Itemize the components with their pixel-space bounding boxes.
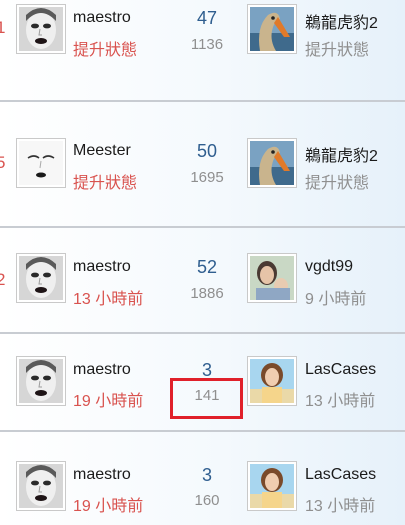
user-avatar[interactable]	[247, 461, 297, 511]
user-name-link[interactable]: 鵜龍虎豹2	[305, 9, 378, 33]
user-avatar[interactable]	[247, 356, 297, 406]
user-status-link[interactable]: 13 小時前	[73, 285, 143, 309]
table-row: maestro 19 小時前 3 160 LasCases 13 小時前	[0, 432, 405, 525]
user-name-link[interactable]: 鵜龍虎豹2	[305, 142, 378, 166]
count-secondary: 1886	[190, 285, 224, 302]
user-status: 9 小時前	[305, 291, 367, 308]
count-secondary: 1695	[190, 169, 224, 186]
count-secondary: 1136	[190, 36, 224, 53]
table-row: 5 Meester 提升狀態 50 1695 鵜龍虎豹2 提升狀態	[0, 102, 405, 226]
user-status-link[interactable]: 提升狀態	[73, 36, 137, 60]
user-name-link[interactable]: vgdt99	[305, 258, 353, 276]
user-name-link[interactable]: maestro	[73, 361, 131, 379]
user-name-link[interactable]: maestro	[73, 9, 131, 27]
user-status: 提升狀態	[305, 175, 370, 192]
count-secondary: 160	[194, 492, 220, 509]
count-primary[interactable]: 3	[172, 465, 242, 486]
count-primary[interactable]: 47	[172, 8, 242, 29]
user-status-link[interactable]: 19 小時前	[73, 492, 143, 516]
count-primary[interactable]: 50	[172, 141, 242, 162]
user-name-link[interactable]: LasCases	[305, 361, 376, 379]
user-avatar[interactable]	[247, 253, 297, 303]
user-name-link[interactable]: LasCases	[305, 466, 376, 484]
user-status: 提升狀態	[305, 42, 370, 59]
rank-number: 2	[0, 270, 6, 289]
user-name-link[interactable]: maestro	[73, 258, 131, 276]
user-status-link[interactable]: 提升狀態	[73, 169, 137, 193]
user-avatar[interactable]	[16, 4, 66, 54]
table-row: 1 maestro 提升狀態 47 1136 鵜龍虎豹2 提升狀態	[0, 0, 405, 100]
user-avatar[interactable]	[16, 138, 66, 188]
user-status: 13 小時前	[305, 393, 376, 410]
user-avatar[interactable]	[16, 356, 66, 406]
user-name-link[interactable]: Meester	[73, 142, 131, 160]
count-primary[interactable]: 52	[172, 257, 242, 278]
user-status: 13 小時前	[305, 498, 376, 515]
user-avatar[interactable]	[16, 461, 66, 511]
user-avatar[interactable]	[16, 253, 66, 303]
rank-number: 5	[0, 153, 6, 172]
rank-number: 1	[0, 18, 6, 37]
highlight-box	[170, 378, 243, 419]
user-avatar[interactable]	[247, 138, 297, 188]
user-status-link[interactable]: 19 小時前	[73, 387, 143, 411]
table-row: 2 maestro 13 小時前 52 1886 vgdt99 9 小時前	[0, 228, 405, 332]
user-avatar[interactable]	[247, 4, 297, 54]
user-name-link[interactable]: maestro	[73, 466, 131, 484]
